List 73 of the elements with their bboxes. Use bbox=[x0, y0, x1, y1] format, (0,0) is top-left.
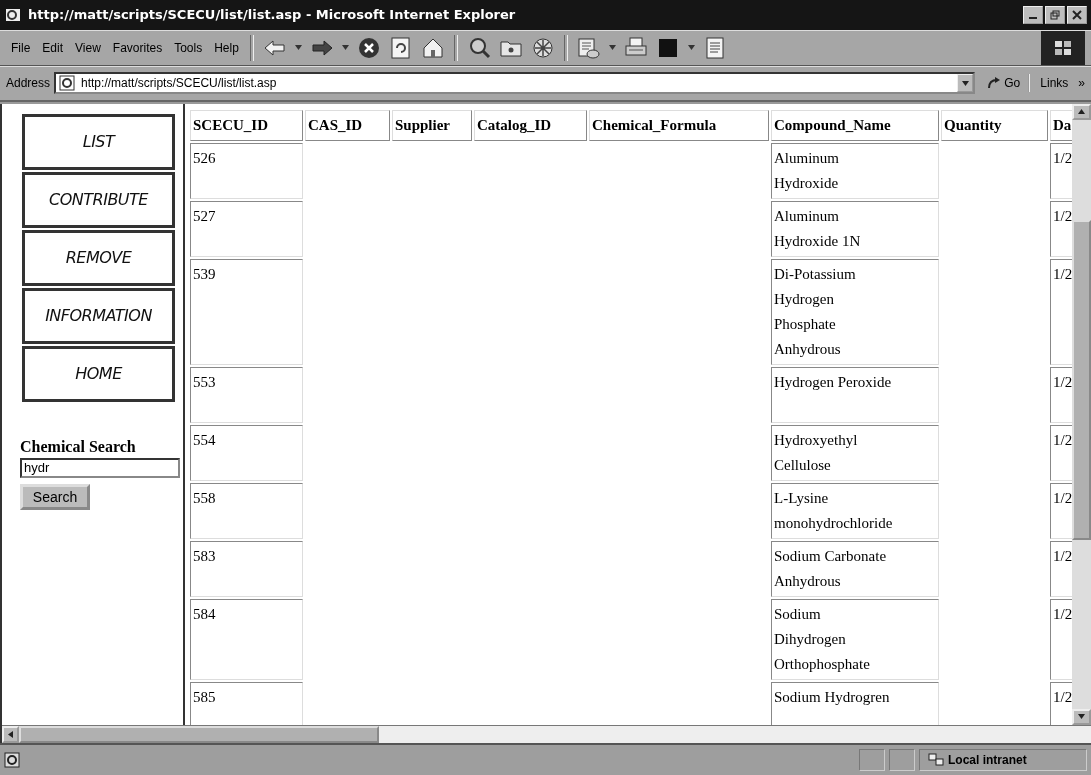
caret-icon[interactable] bbox=[687, 45, 695, 51]
nav-button[interactable]: HOME bbox=[22, 345, 175, 402]
column-header: Catalog_ID bbox=[474, 109, 587, 141]
search-field[interactable]: hydr bbox=[20, 457, 180, 478]
curved-arrow-icon bbox=[987, 76, 1002, 91]
menu-item[interactable]: Edit bbox=[37, 38, 69, 57]
network-icon bbox=[928, 753, 944, 768]
caret-icon bbox=[961, 80, 969, 86]
menu-item[interactable]: Tools bbox=[169, 38, 208, 57]
table-cell: 558 bbox=[190, 482, 303, 539]
column-header: Supplier bbox=[392, 109, 472, 141]
table-cell: 584 bbox=[190, 598, 303, 680]
close-icon bbox=[1072, 9, 1082, 20]
column-header: SCECU_ID bbox=[190, 109, 303, 141]
table-cell: 527 bbox=[190, 200, 303, 257]
search-label: Chemical Search bbox=[20, 437, 137, 456]
left-arrow-icon[interactable] bbox=[8, 730, 13, 738]
minimize-button[interactable] bbox=[1023, 5, 1043, 24]
up-arrow-icon[interactable] bbox=[1078, 109, 1085, 115]
page-icon bbox=[4, 752, 20, 769]
table-cell: Di-Potassium Hydrogen Phosphate Anhydrous bbox=[771, 258, 939, 365]
table-cell: Sodium Dihydrogen Orthophosphate bbox=[771, 598, 939, 680]
caret-icon[interactable] bbox=[294, 45, 302, 51]
window-title: http://matt/scripts/SCECU/list/list.asp - Microsoft Internet Explorer bbox=[28, 7, 517, 23]
table-cell: Aluminum Hydroxide 1N bbox=[771, 200, 939, 257]
table-cell: 583 bbox=[190, 540, 303, 597]
restore-button[interactable] bbox=[1045, 5, 1065, 24]
down-arrow-icon[interactable] bbox=[1078, 714, 1085, 720]
go-button[interactable]: Go bbox=[979, 74, 1031, 93]
links-button[interactable]: Links bbox=[1034, 74, 1075, 93]
table-cell: 526 bbox=[190, 142, 303, 199]
dropdown-button[interactable] bbox=[957, 74, 974, 93]
vertical-scrollbar[interactable] bbox=[1072, 103, 1091, 725]
column-header: Chemical_Formula bbox=[589, 109, 769, 141]
caret-icon[interactable] bbox=[341, 45, 349, 51]
table-cell: 553 bbox=[190, 366, 303, 423]
page-icon bbox=[59, 75, 76, 92]
minimize-icon bbox=[1029, 17, 1037, 20]
restore-icon bbox=[1050, 9, 1060, 20]
nav-button[interactable]: LIST bbox=[22, 113, 175, 170]
nav-button[interactable]: INFORMATION bbox=[22, 287, 175, 344]
table-cell: Sodium Carbonate Anhydrous bbox=[771, 540, 939, 597]
nav-button[interactable]: CONTRIBUTE bbox=[22, 171, 175, 228]
status-pane bbox=[859, 749, 885, 772]
starburst-icon[interactable] bbox=[530, 35, 555, 60]
nav-button[interactable]: REMOVE bbox=[22, 229, 175, 286]
column-header: Quantity bbox=[941, 109, 1048, 141]
table-cell: 554 bbox=[190, 424, 303, 481]
menu-item[interactable]: View bbox=[70, 38, 106, 57]
status-pane bbox=[889, 749, 915, 772]
more-button[interactable]: » bbox=[1078, 76, 1085, 91]
close-button[interactable] bbox=[1067, 5, 1087, 24]
table-cell: Hydroxyethyl Cellulose bbox=[771, 424, 939, 481]
zone-indicator: Local intranet bbox=[919, 749, 1087, 772]
stop-icon[interactable] bbox=[356, 35, 381, 60]
menu-item[interactable]: File bbox=[6, 38, 36, 57]
table-cell: Aluminum Hydroxide bbox=[771, 142, 939, 199]
mail-icon[interactable] bbox=[576, 35, 601, 60]
address-label: Address bbox=[6, 76, 51, 91]
table-cell: L-Lysine monohydrochloride bbox=[771, 482, 939, 539]
column-header: CAS_ID bbox=[305, 109, 390, 141]
caret-icon[interactable] bbox=[608, 45, 616, 51]
scroll-thumb[interactable] bbox=[1072, 219, 1091, 540]
scroll-thumb[interactable] bbox=[19, 725, 379, 743]
refresh-icon[interactable] bbox=[388, 35, 413, 60]
search-button[interactable]: Search bbox=[20, 483, 90, 510]
menu-item[interactable]: Help bbox=[209, 38, 244, 57]
menu-item[interactable]: Favorites bbox=[107, 38, 168, 57]
table-cell: 539 bbox=[190, 258, 303, 365]
column-header: Compound_Name bbox=[771, 109, 939, 141]
horizontal-scrollbar[interactable] bbox=[2, 724, 1091, 743]
address-field[interactable]: http://matt/scripts/SCECU/list/list.asp bbox=[54, 72, 976, 95]
table-cell: Hydrogen Peroxide bbox=[771, 366, 939, 423]
